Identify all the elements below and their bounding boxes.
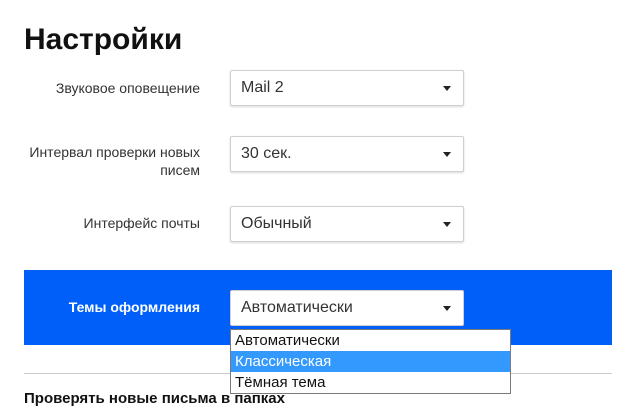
page-title: Настройки xyxy=(24,23,183,56)
check-interval-value: 30 сек. xyxy=(241,145,292,162)
check-interval-select[interactable]: 30 сек. xyxy=(230,136,464,172)
caret-down-icon xyxy=(443,222,451,227)
mail-interface-label: Интерфейс почты xyxy=(83,215,200,231)
caret-down-icon xyxy=(443,306,451,311)
mail-interface-select[interactable]: Обычный xyxy=(230,206,464,242)
themes-option-dark[interactable]: Тёмная тема xyxy=(231,372,510,393)
sound-notification-value: Mail 2 xyxy=(241,79,284,96)
themes-label: Темы оформления xyxy=(68,299,200,315)
check-interval-label: Интервал проверки новых писем xyxy=(29,144,200,178)
themes-option-classic[interactable]: Классическая xyxy=(231,351,510,372)
themes-select[interactable]: Автоматически xyxy=(230,290,464,326)
mail-interface-value: Обычный xyxy=(241,215,312,232)
caret-down-icon xyxy=(443,152,451,157)
caret-down-icon xyxy=(443,86,451,91)
themes-option-auto[interactable]: Автоматически xyxy=(231,330,510,351)
themes-dropdown-list: Автоматически Классическая Тёмная тема xyxy=(230,329,511,394)
sound-notification-label: Звуковое оповещение xyxy=(55,80,200,96)
themes-value: Автоматически xyxy=(241,299,353,316)
sound-notification-select[interactable]: Mail 2 xyxy=(230,70,464,106)
